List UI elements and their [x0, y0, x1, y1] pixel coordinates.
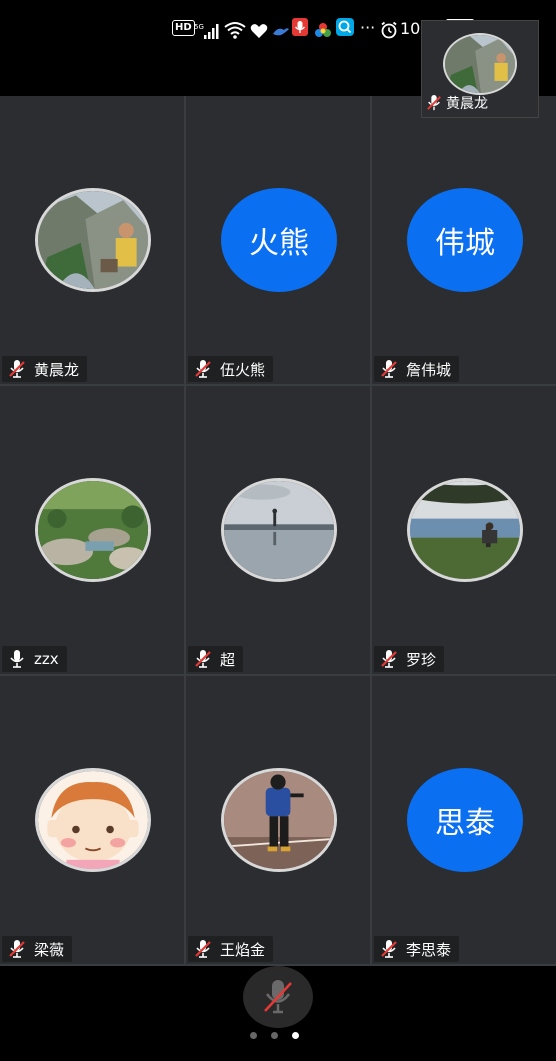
microphone-muted-button[interactable]	[243, 966, 313, 1028]
self-video-preview[interactable]: 黄晨龙	[421, 20, 539, 118]
hd-badge: HD	[172, 20, 195, 36]
page-dot[interactable]	[250, 1032, 257, 1039]
participant-tile[interactable]: 思泰李思泰	[372, 676, 556, 964]
photo-avatar	[35, 478, 151, 582]
participant-name: 李思泰	[406, 940, 452, 959]
participant-tile[interactable]: 火熊伍火熊	[186, 96, 370, 384]
colorful-app-icon	[314, 18, 332, 44]
initials-avatar: 火熊	[221, 188, 337, 292]
recording-mic-icon	[292, 18, 308, 36]
participant-tile[interactable]: 王焰金	[186, 676, 370, 964]
participant-name-tag: 梁薇	[2, 936, 73, 962]
mic-muted-icon	[380, 649, 398, 669]
heart-icon	[250, 18, 268, 44]
avatar-initials: 思泰	[435, 806, 495, 841]
participant-tile[interactable]: 超	[186, 386, 370, 674]
participant-name: 黄晨龙	[34, 360, 80, 379]
participant-name: 詹伟城	[406, 360, 452, 379]
participant-name: zzx	[34, 650, 59, 668]
alarm-icon	[380, 17, 398, 43]
mic-muted-icon	[8, 359, 26, 379]
participant-tile[interactable]: 黄晨龙	[0, 96, 184, 384]
mic-muted-icon	[194, 939, 212, 959]
bottom-control-bar	[0, 966, 556, 1061]
network-label: 5G	[194, 23, 204, 31]
signal-icon: 5G	[194, 18, 220, 44]
search-app-icon	[336, 18, 354, 36]
participant-name-tag: 罗珍	[374, 646, 445, 672]
participant-name-tag: 黄晨龙	[2, 356, 88, 382]
participant-name-tag: 王焰金	[188, 936, 274, 962]
participant-name: 伍火熊	[220, 360, 266, 379]
self-name-label: 黄晨龙	[426, 93, 488, 113]
participant-name-tag: 伍火熊	[188, 356, 274, 382]
photo-avatar	[407, 478, 523, 582]
more-notifications-indicator: ···	[360, 17, 376, 37]
mic-icon	[8, 649, 26, 669]
self-avatar	[443, 33, 517, 95]
participant-name: 超	[220, 650, 236, 669]
avatar-initials: 火熊	[249, 226, 309, 261]
photo-avatar	[221, 768, 337, 872]
page-indicator	[250, 1032, 299, 1039]
participant-name-tag: 超	[188, 646, 244, 672]
mic-muted-icon	[426, 94, 442, 112]
photo-avatar	[35, 188, 151, 292]
microphone-muted-icon	[264, 980, 292, 1014]
avatar-initials: 伟城	[435, 226, 495, 261]
page-dot[interactable]	[292, 1032, 299, 1039]
bird-icon	[272, 18, 290, 44]
participant-grid: 黄晨龙 火熊 伍火熊 伟城 詹伟城 zzx 超罗珍 梁薇 王焰金 思泰 李思泰	[0, 96, 556, 966]
participant-name: 王焰金	[220, 940, 266, 959]
participant-tile[interactable]: 罗珍	[372, 386, 556, 674]
photo-avatar	[35, 768, 151, 872]
page-dot[interactable]	[271, 1032, 278, 1039]
participant-name-tag: 詹伟城	[374, 356, 460, 382]
participant-name: 梁薇	[34, 940, 65, 959]
participant-name: 罗珍	[406, 650, 437, 669]
mic-muted-icon	[194, 649, 212, 669]
mic-muted-icon	[380, 359, 398, 379]
participant-tile[interactable]: zzx	[0, 386, 184, 674]
participant-name-tag: 李思泰	[374, 936, 460, 962]
wifi-icon	[224, 17, 246, 43]
participant-tile[interactable]: 伟城詹伟城	[372, 96, 556, 384]
self-name: 黄晨龙	[446, 96, 488, 112]
photo-avatar	[221, 478, 337, 582]
participant-tile[interactable]: 梁薇	[0, 676, 184, 964]
mic-muted-icon	[194, 359, 212, 379]
mic-muted-icon	[8, 939, 26, 959]
mic-muted-icon	[380, 939, 398, 959]
participant-name-tag: zzx	[2, 646, 67, 672]
initials-avatar: 伟城	[407, 188, 523, 292]
initials-avatar: 思泰	[407, 768, 523, 872]
